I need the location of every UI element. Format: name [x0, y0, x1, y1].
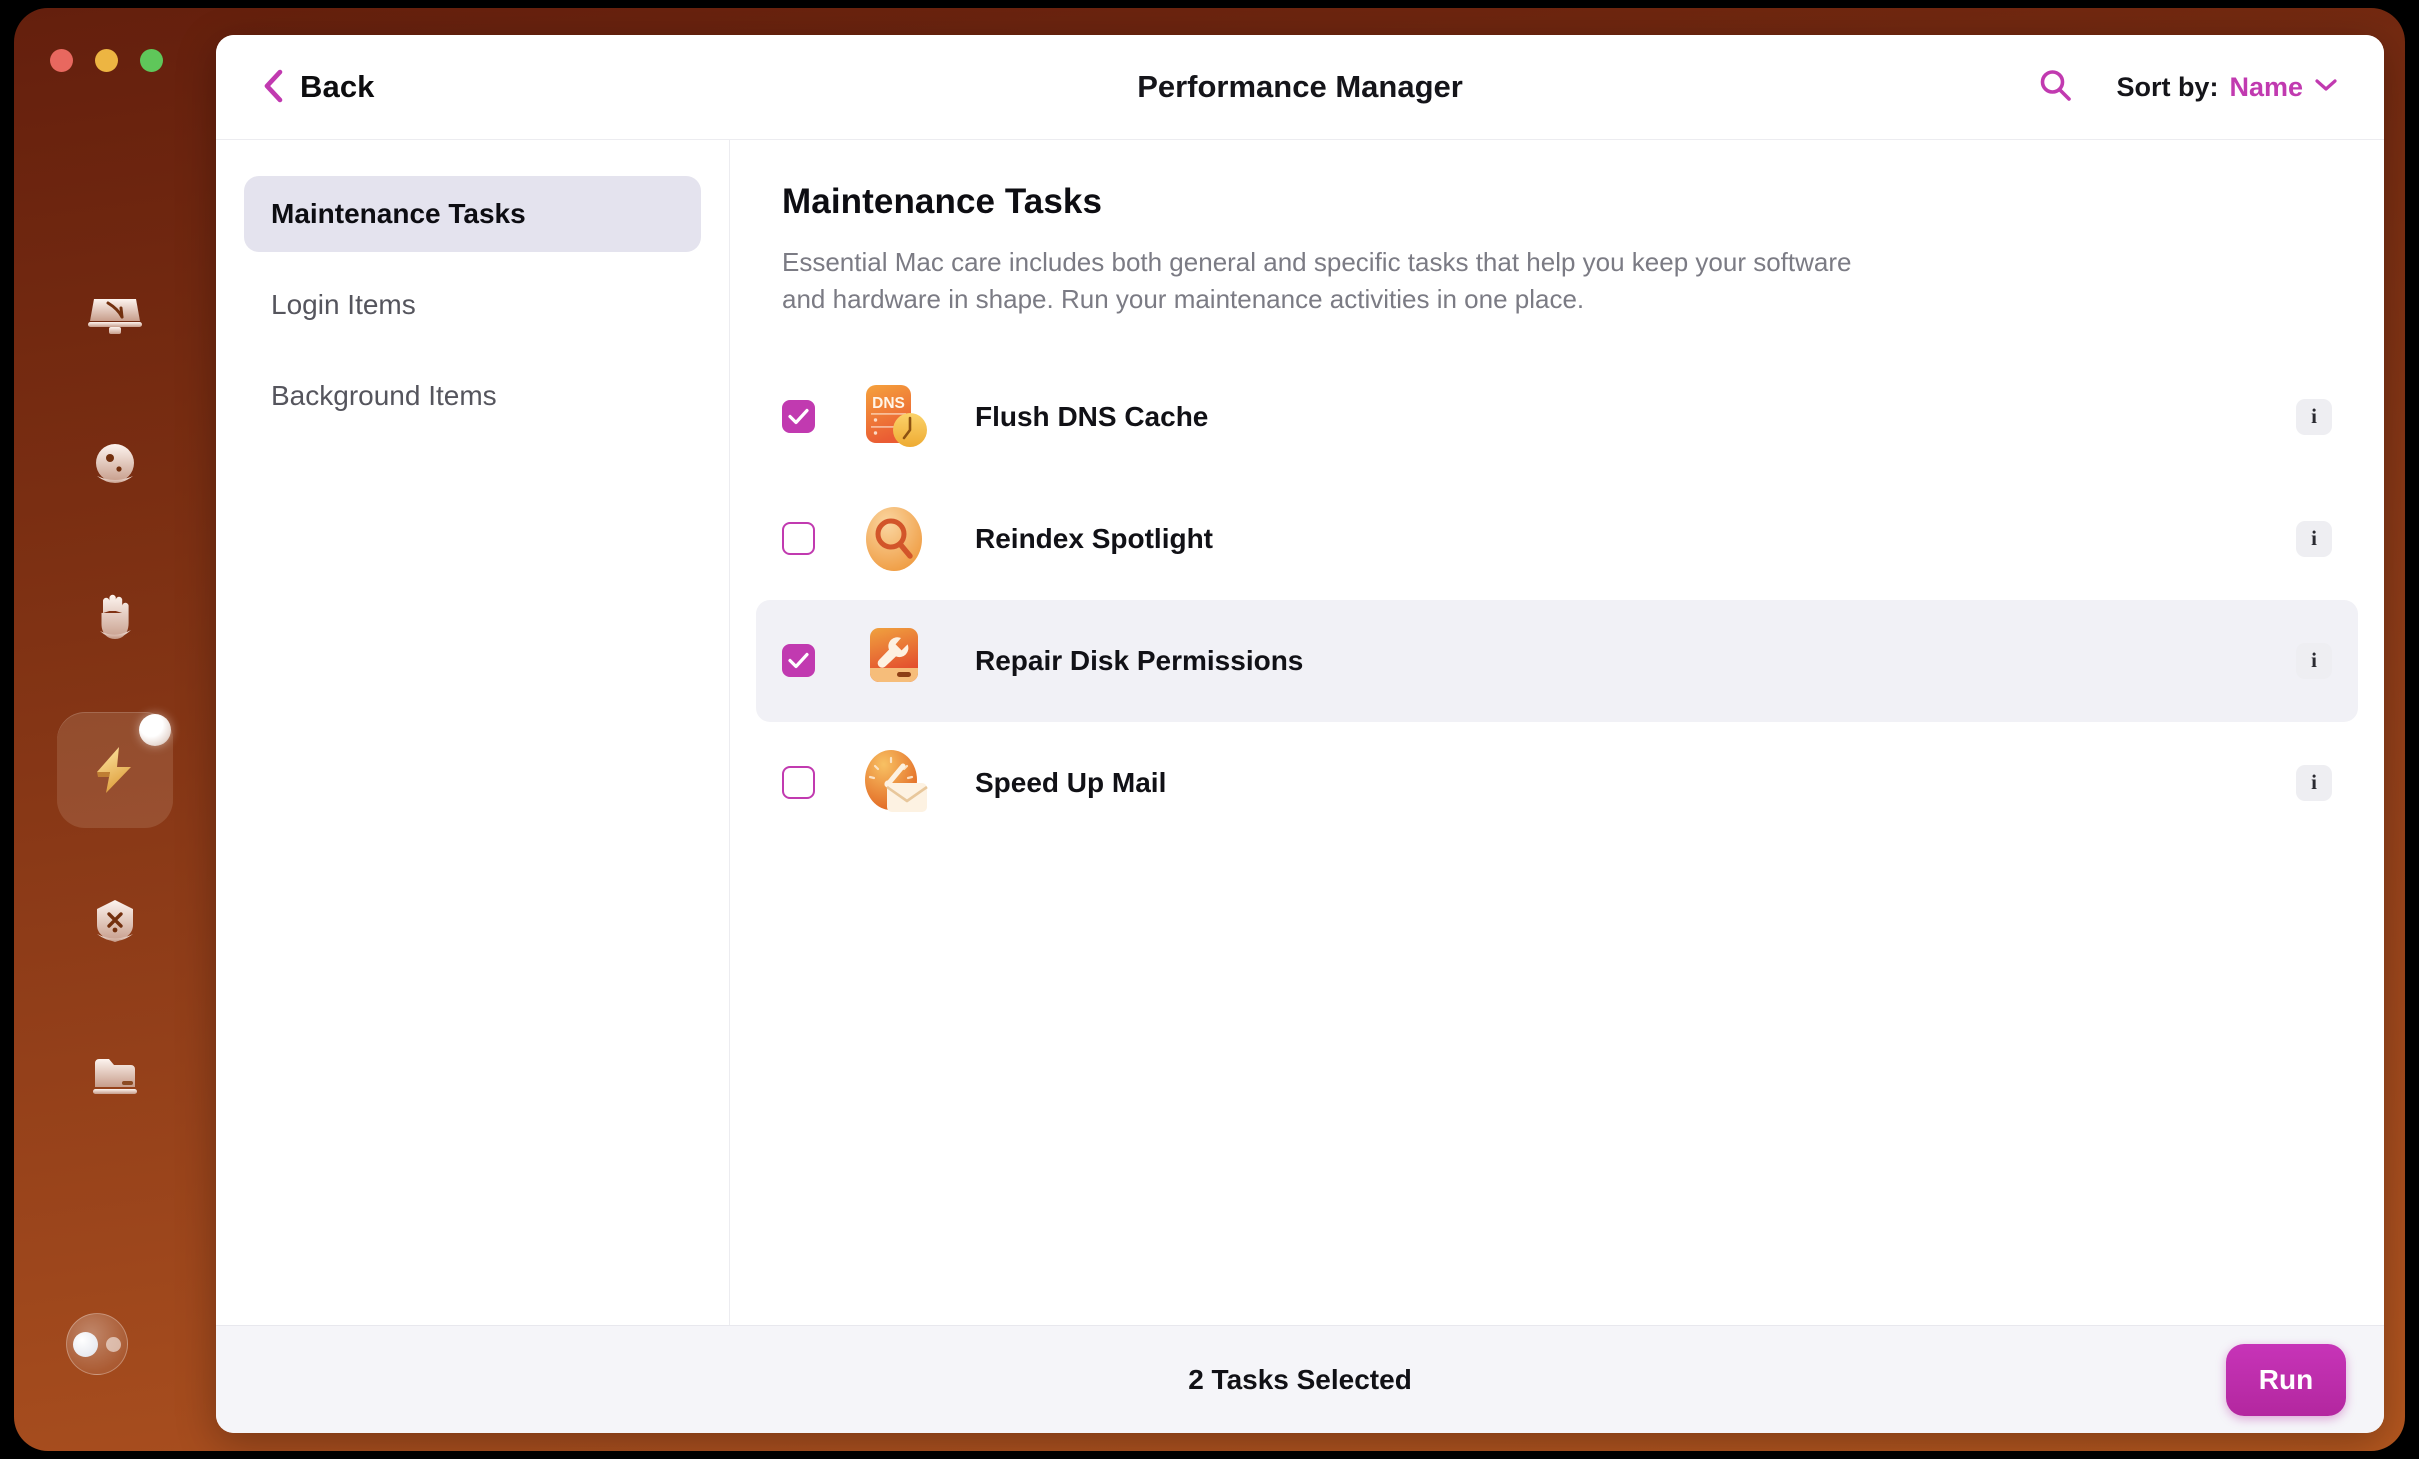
dock-item-performance[interactable]	[57, 712, 173, 828]
traffic-lights	[50, 49, 163, 72]
dock-item-face[interactable]	[57, 408, 173, 524]
assistant-button[interactable]	[66, 1313, 128, 1375]
status-text: 2 Tasks Selected	[1188, 1363, 1412, 1395]
assistant-icon-secondary	[106, 1336, 121, 1352]
shield-tools-icon	[87, 894, 143, 950]
task-checkbox[interactable]	[782, 644, 815, 678]
dock-item-list	[14, 256, 216, 1168]
search-icon[interactable]	[2038, 68, 2072, 107]
dock-item-files[interactable]	[57, 1016, 173, 1132]
task-checkbox[interactable]	[782, 766, 815, 800]
sidebar-item-label: Background Items	[271, 380, 497, 411]
task-row[interactable]: Repair Disk Permissions i	[756, 599, 2358, 722]
app-window: Back Performance Manager Sort by: Name M…	[216, 35, 2384, 1433]
task-info-button[interactable]: i	[2296, 642, 2332, 679]
task-row[interactable]: Reindex Spotlight i	[756, 478, 2358, 600]
section-title: Maintenance Tasks	[782, 182, 1103, 221]
dns-clock-icon: DNS	[857, 380, 931, 454]
run-button[interactable]: Run	[2226, 1343, 2346, 1416]
sort-by-value: Name	[2229, 71, 2303, 102]
dock-item-hand[interactable]	[57, 560, 173, 676]
notification-badge	[139, 714, 171, 746]
dock-item-tools[interactable]	[57, 864, 173, 980]
task-checkbox[interactable]	[782, 400, 815, 434]
sidebar-item-background-items[interactable]: Background Items	[244, 358, 701, 434]
desktop-background: Back Performance Manager Sort by: Name M…	[14, 8, 2405, 1451]
sidebar-item-label: Login Items	[271, 289, 416, 320]
chevron-down-icon	[2314, 77, 2338, 98]
speedometer-mail-icon	[857, 746, 931, 820]
face-icon	[85, 436, 145, 496]
folder-icon	[86, 1045, 144, 1103]
section-description: Essential Mac care includes both general…	[782, 247, 1852, 314]
sidebar-item-label: Maintenance Tasks	[271, 198, 526, 229]
app-dock	[14, 8, 216, 1451]
hand-icon	[86, 589, 144, 647]
assistant-icon	[73, 1331, 98, 1357]
main-content: Maintenance Tasks Essential Mac care inc…	[730, 140, 2384, 1325]
task-label: Speed Up Mail	[975, 766, 1167, 798]
window-footer: 2 Tasks Selected Run	[216, 1325, 2384, 1433]
header-actions: Sort by: Name	[2038, 68, 2338, 107]
minimize-button[interactable]	[95, 49, 118, 72]
task-row[interactable]: DNS Flush DNS Cache i	[756, 356, 2358, 478]
task-row[interactable]: Speed Up Mail i	[756, 722, 2358, 844]
desktop-icon	[84, 283, 146, 345]
task-label: Flush DNS Cache	[975, 400, 1209, 432]
task-info-button[interactable]: i	[2296, 398, 2332, 435]
task-info-button[interactable]: i	[2296, 764, 2332, 801]
magnifier-icon	[857, 502, 931, 576]
task-label: Repair Disk Permissions	[975, 644, 1304, 676]
svg-text:DNS: DNS	[872, 395, 905, 412]
sidebar-item-maintenance-tasks[interactable]: Maintenance Tasks	[244, 176, 701, 252]
disk-wrench-icon	[857, 624, 931, 698]
sort-by-dropdown[interactable]: Sort by: Name	[2116, 72, 2338, 103]
task-list: DNS Flush DNS Cache i Reindex Spotlight …	[730, 356, 2384, 844]
dock-item-desktop[interactable]	[57, 256, 173, 372]
maximize-button[interactable]	[140, 49, 163, 72]
task-label: Reindex Spotlight	[975, 522, 1213, 554]
sidebar-item-login-items[interactable]: Login Items	[244, 267, 701, 343]
sort-by-label: Sort by:	[2116, 71, 2219, 102]
main-header: Maintenance Tasks Essential Mac care inc…	[730, 182, 2384, 356]
lightning-icon	[86, 741, 144, 799]
back-button[interactable]: Back	[258, 63, 379, 112]
task-info-button[interactable]: i	[2296, 520, 2332, 557]
window-body: Maintenance Tasks Login Items Background…	[216, 140, 2384, 1325]
chevron-left-icon	[262, 69, 284, 106]
task-checkbox[interactable]	[782, 522, 815, 556]
close-button[interactable]	[50, 49, 73, 72]
back-button-label: Back	[300, 69, 375, 104]
window-header: Back Performance Manager Sort by: Name	[216, 35, 2384, 140]
sidebar-nav: Maintenance Tasks Login Items Background…	[216, 140, 730, 1325]
